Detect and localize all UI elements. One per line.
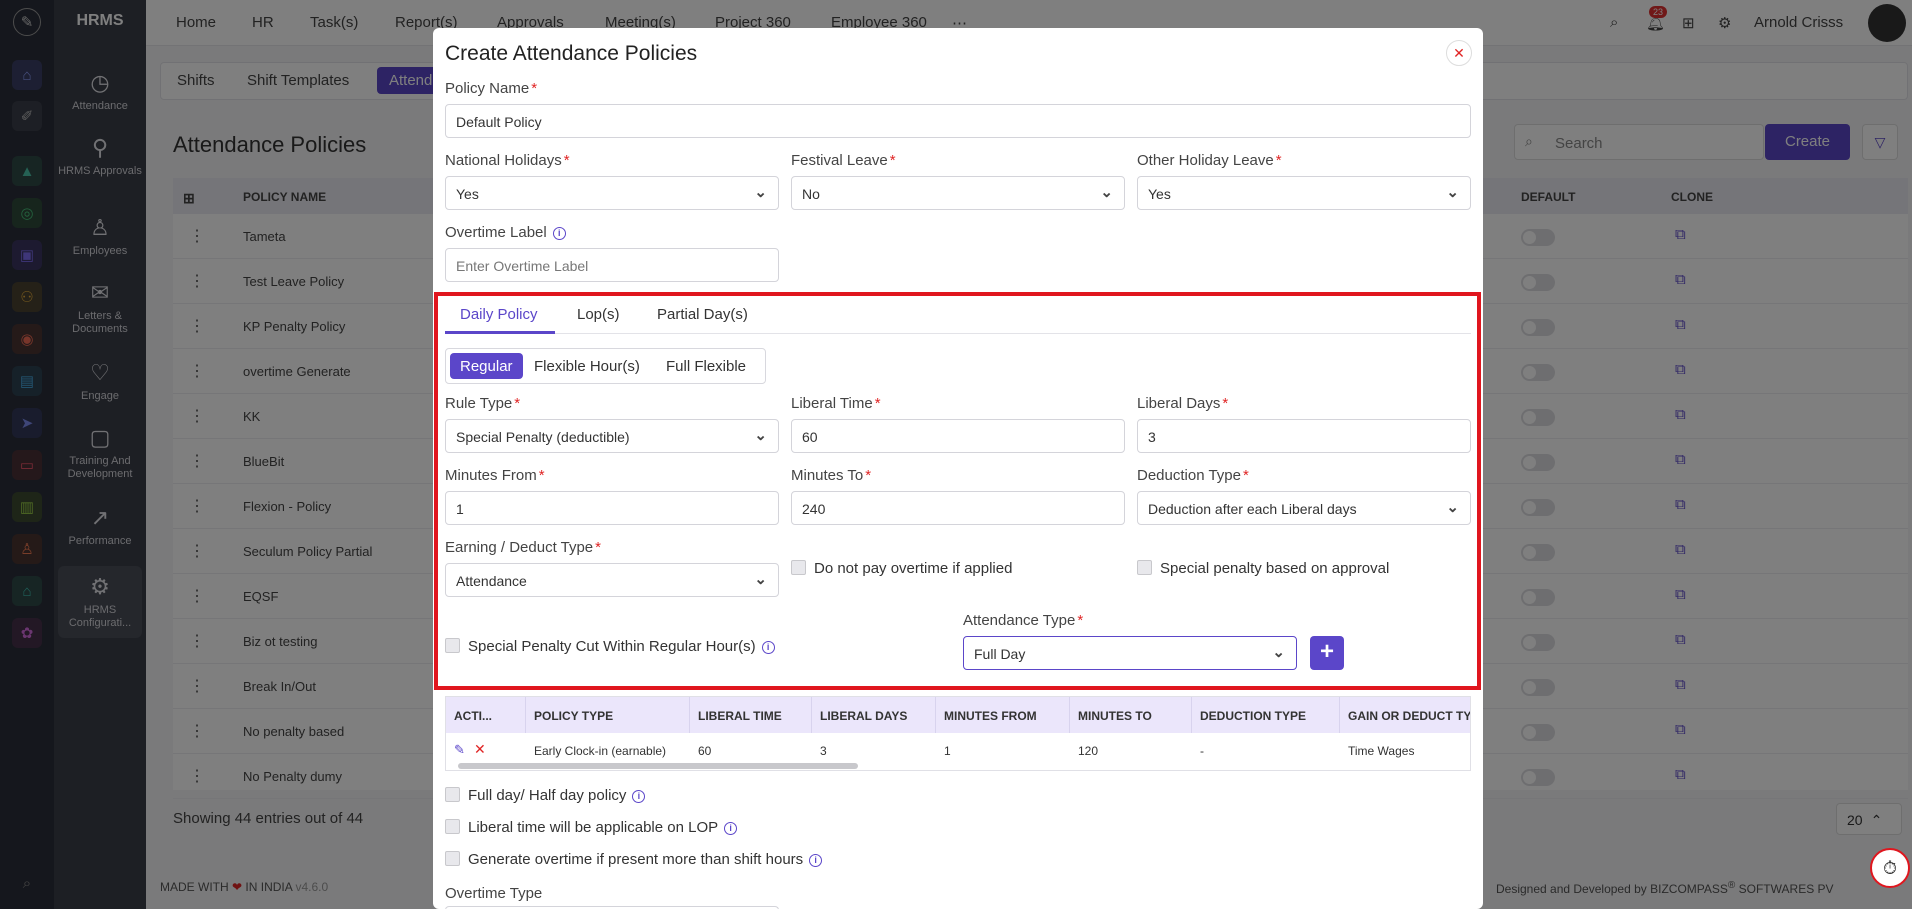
create-policy-modal: Create Attendance Policies ✕ Policy Name… — [433, 28, 1483, 909]
special-approval-label: Special penalty based on approval — [1160, 560, 1390, 577]
liberal-time-input[interactable]: 60 — [791, 419, 1125, 453]
modal-title: Create Attendance Policies — [445, 42, 698, 65]
policy-name-label: Policy Name * — [445, 80, 538, 97]
segment-regular[interactable]: Regular — [450, 353, 523, 379]
festival-leave-label: Festival Leave * — [791, 152, 896, 169]
earning-type-select[interactable]: Attendance ⌄ — [445, 563, 779, 597]
liberal-days-label: Liberal Days * — [1137, 395, 1229, 412]
info-icon[interactable]: i — [632, 789, 646, 803]
info-icon[interactable]: i — [552, 226, 566, 240]
liberal-days-input[interactable]: 3 — [1137, 419, 1471, 453]
segment-full-flexible[interactable]: Full Flexible — [656, 353, 756, 379]
segment-flexible-hours[interactable]: Flexible Hour(s) — [524, 353, 650, 379]
rule-mode-segmented: Regular Flexible Hour(s) Full Flexible — [445, 348, 766, 384]
other-holiday-label: Other Holiday Leave * — [1137, 152, 1282, 169]
info-icon[interactable]: i — [724, 821, 738, 835]
tab-daily-policy[interactable]: Daily Policy — [460, 306, 538, 323]
overtime-label-label: Overtime Label i — [445, 224, 566, 241]
add-rule-button[interactable]: + — [1310, 636, 1344, 670]
chevron-down-icon: ⌄ — [1446, 499, 1459, 516]
no-overtime-label: Do not pay overtime if applied — [814, 560, 1013, 577]
tab-lops[interactable]: Lop(s) — [577, 306, 620, 323]
minutes-to-input[interactable]: 240 — [791, 491, 1125, 525]
festival-leave-select[interactable]: No ⌄ — [791, 176, 1125, 210]
attendance-type-select[interactable]: Full Day ⌄ — [963, 636, 1297, 670]
minutes-from-label: Minutes From * — [445, 467, 545, 484]
rule-type-label: Rule Type * — [445, 395, 521, 412]
liberal-lop-label: Liberal time will be applicable on LOP i — [468, 819, 738, 836]
special-approval-checkbox[interactable] — [1137, 560, 1152, 575]
edit-icon[interactable]: ✎ — [454, 742, 465, 758]
generate-ot-label: Generate overtime if present more than s… — [468, 851, 823, 868]
timer-icon[interactable]: ⏱ — [1870, 848, 1910, 888]
minutes-from-input[interactable]: 1 — [445, 491, 779, 525]
earning-type-label: Earning / Deduct Type * — [445, 539, 601, 556]
chevron-down-icon: ⌄ — [1272, 644, 1285, 661]
info-icon[interactable]: i — [761, 640, 775, 654]
rule-type-select[interactable]: Special Penalty (deductible) ⌄ — [445, 419, 779, 453]
policy-name-input[interactable]: Default Policy — [445, 104, 1471, 138]
delete-icon[interactable]: ✕ — [474, 741, 486, 758]
special-cut-label: Special Penalty Cut Within Regular Hour(… — [468, 638, 775, 655]
close-icon[interactable]: ✕ — [1446, 40, 1472, 66]
generate-ot-checkbox[interactable] — [445, 851, 460, 866]
attendance-type-label: Attendance Type * — [963, 612, 1084, 629]
deduction-type-label: Deduction Type * — [1137, 467, 1249, 484]
liberal-time-label: Liberal Time * — [791, 395, 881, 412]
horizontal-scrollbar[interactable] — [458, 763, 858, 769]
overtime-type-label: Overtime Type — [445, 885, 543, 902]
deduction-type-select[interactable]: Deduction after each Liberal days ⌄ — [1137, 491, 1471, 525]
liberal-lop-checkbox[interactable] — [445, 819, 460, 834]
chevron-down-icon: ⌄ — [1446, 184, 1459, 201]
chevron-down-icon: ⌄ — [754, 184, 767, 201]
full-half-checkbox[interactable] — [445, 787, 460, 802]
minutes-to-label: Minutes To * — [791, 467, 872, 484]
national-holidays-select[interactable]: Yes ⌄ — [445, 176, 779, 210]
no-overtime-checkbox[interactable] — [791, 560, 806, 575]
chevron-down-icon: ⌄ — [754, 571, 767, 588]
active-tab-indicator — [445, 331, 555, 334]
national-holidays-label: National Holidays * — [445, 152, 570, 169]
info-icon[interactable]: i — [809, 853, 823, 867]
overtime-label-input[interactable]: Enter Overtime Label — [445, 248, 779, 282]
full-half-label: Full day/ Half day policy i — [468, 787, 646, 804]
chevron-down-icon: ⌄ — [1100, 184, 1113, 201]
chevron-down-icon: ⌄ — [754, 427, 767, 444]
other-holiday-select[interactable]: Yes ⌄ — [1137, 176, 1471, 210]
special-cut-checkbox[interactable] — [445, 638, 460, 653]
tab-partial-days[interactable]: Partial Day(s) — [657, 306, 748, 323]
policy-rules-table: ACTI... POLICY TYPE LIBERAL TIME LIBERAL… — [445, 696, 1471, 771]
